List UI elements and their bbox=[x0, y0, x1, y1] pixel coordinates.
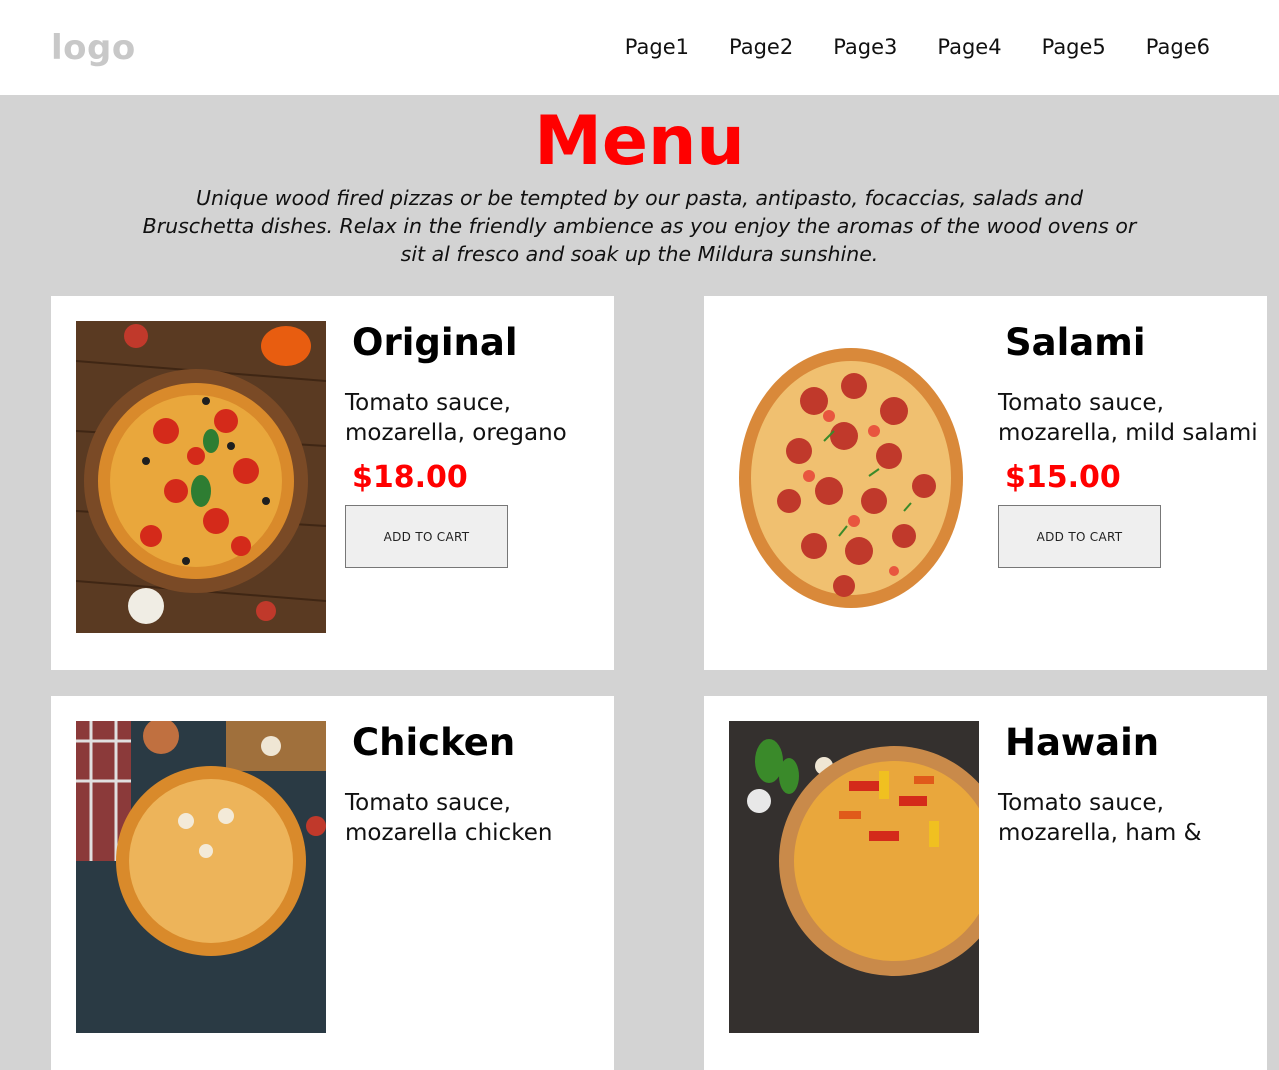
item-price: $15.00 bbox=[1005, 460, 1121, 495]
item-description: Tomato sauce, mozarella, mild salami bbox=[998, 390, 1258, 446]
pizza-image-salami bbox=[729, 321, 979, 633]
logo[interactable]: logo bbox=[51, 28, 136, 68]
main-nav: Page1 Page2 Page3 Page4 Page5 Page6 bbox=[625, 35, 1210, 59]
item-name: Salami bbox=[1005, 321, 1146, 364]
item-price: $18.00 bbox=[352, 460, 468, 495]
menu-intro: Unique wood fired pizzas or be tempted b… bbox=[142, 186, 1137, 266]
menu-card-chicken: Chicken Tomato sauce, mozarella chicken bbox=[51, 696, 614, 1070]
pizza-image-chicken bbox=[76, 721, 326, 1033]
item-description: Tomato sauce, mozarella, ham & bbox=[998, 790, 1202, 846]
page-title: Menu bbox=[534, 102, 745, 181]
item-description: Tomato sauce, mozarella chicken bbox=[345, 790, 553, 846]
site-header: logo Page1 Page2 Page3 Page4 Page5 Page6 bbox=[0, 0, 1279, 95]
pizza-image-original bbox=[76, 321, 326, 633]
add-to-cart-button[interactable]: ADD TO CART bbox=[998, 505, 1161, 568]
nav-page3[interactable]: Page3 bbox=[833, 35, 897, 59]
menu-hero: Menu Unique wood fired pizzas or be temp… bbox=[0, 95, 1279, 268]
nav-page5[interactable]: Page5 bbox=[1042, 35, 1106, 59]
nav-page1[interactable]: Page1 bbox=[625, 35, 689, 59]
item-name: Hawain bbox=[1005, 721, 1160, 764]
item-name: Chicken bbox=[352, 721, 516, 764]
pizza-image-hawain bbox=[729, 721, 979, 1033]
nav-page6[interactable]: Page6 bbox=[1146, 35, 1210, 59]
item-name: Original bbox=[352, 321, 518, 364]
item-description: Tomato sauce, mozarella, oregano bbox=[345, 390, 567, 446]
nav-page4[interactable]: Page4 bbox=[937, 35, 1001, 59]
add-to-cart-button[interactable]: ADD TO CART bbox=[345, 505, 508, 568]
menu-card-hawain: Hawain Tomato sauce, mozarella, ham & bbox=[704, 696, 1267, 1070]
menu-card-salami: Salami Tomato sauce, mozarella, mild sal… bbox=[704, 296, 1267, 670]
nav-page2[interactable]: Page2 bbox=[729, 35, 793, 59]
menu-card-original: Original Tomato sauce, mozarella, oregan… bbox=[51, 296, 614, 670]
